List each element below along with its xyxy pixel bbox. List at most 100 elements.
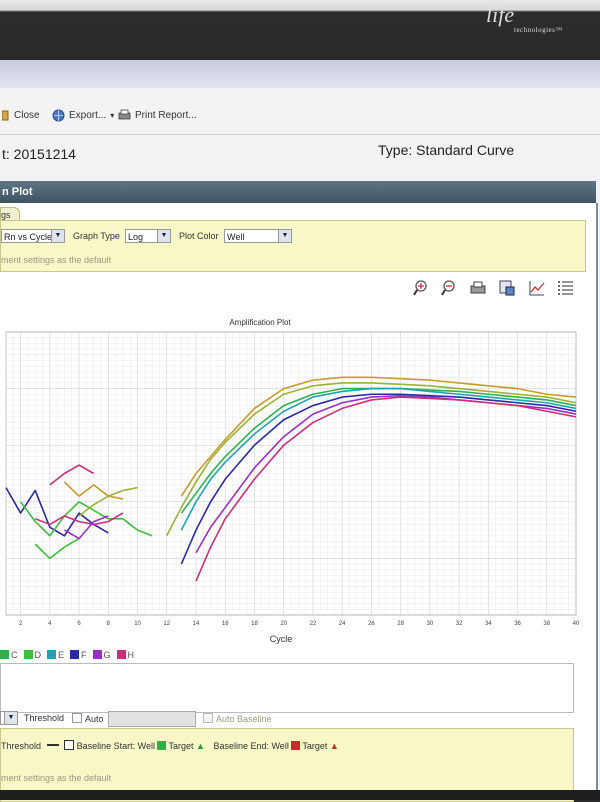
x-tick-label: 12 (163, 621, 170, 627)
legend-item-d[interactable]: D (23, 650, 42, 660)
x-tick-label: 10 (134, 621, 141, 627)
x-tick-label: 6 (77, 621, 81, 627)
x-tick-label: 16 (222, 621, 229, 627)
graph-type-value: Log (128, 232, 144, 242)
legend-swatch (47, 650, 56, 659)
target2-label: Target (302, 741, 328, 751)
plot-color-select[interactable]: Well ▼ (224, 229, 292, 243)
printer-icon (118, 109, 131, 120)
print-report-button[interactable]: Print Report... (118, 109, 197, 121)
legend-swatch (70, 650, 80, 659)
plot-type-select[interactable]: Rn vs Cycle ▼ (1, 229, 65, 243)
x-tick-label: 38 (543, 621, 550, 627)
legend-item-c[interactable]: C (0, 650, 18, 660)
list-icon[interactable] (557, 279, 575, 297)
baseline-end-label: Baseline End: Well (213, 741, 289, 751)
x-tick-label: 24 (339, 621, 346, 627)
save-default-text-2[interactable]: ment settings as the default (1, 773, 111, 783)
export-button[interactable]: Export... ▾ (52, 109, 114, 122)
legend-swatch (0, 650, 9, 659)
graph-type-select[interactable]: Log ▼ (125, 229, 171, 243)
baseline-end-swatch (291, 741, 301, 750)
x-tick-label: 20 (280, 621, 287, 627)
x-tick-label: 26 (368, 621, 375, 627)
x-tick-label: 14 (193, 621, 200, 627)
x-ticks: 2 4 6 8 10 12 14 16 18 20 22 24 26 28 30 32 34 36 38 40 (19, 621, 580, 627)
legend-box (0, 663, 574, 713)
chevron-down-icon: ▼ (51, 230, 64, 242)
zoom-in-icon[interactable] (412, 279, 430, 297)
threshold-baseline-row: Threshold Baseline Start: Well Target ▲ … (1, 740, 339, 751)
legend-item-f[interactable]: F (70, 650, 87, 660)
logo-main: life (486, 2, 515, 27)
plot-type-value: Rn vs Cycle (4, 232, 53, 242)
legend-label: G (103, 650, 111, 660)
x-tick-label: 18 (251, 621, 258, 627)
chart-title: Amplification Plot (229, 318, 291, 327)
auto-label: Auto (85, 714, 104, 724)
x-tick-label: 34 (485, 621, 492, 627)
x-tick-label: 40 (573, 621, 580, 627)
auto-threshold-checkbox[interactable]: Auto (72, 713, 104, 724)
save-default-text[interactable]: ment settings as the default (1, 255, 111, 265)
legend-label: D (34, 650, 42, 660)
legend-label: C (11, 650, 18, 660)
save-image-icon[interactable] (498, 279, 516, 297)
x-tick-label: 4 (48, 621, 52, 627)
plot-settings-panel: Rn vs Cycle ▼ Graph Type Log ▼ Plot Colo… (0, 220, 586, 272)
export-globe-icon (52, 109, 65, 122)
legend-swatch (23, 650, 33, 659)
threshold-line-icon (46, 744, 59, 746)
x-tick-label: 8 (107, 621, 111, 627)
amplification-plot[interactable]: 2 4 6 8 10 12 14 16 18 20 22 24 26 28 30 32 34 36 38 40 Cyc… (0, 327, 600, 647)
graph-type-label: Graph Type (73, 231, 120, 241)
baseline-start-label: Baseline Start: Well (76, 741, 155, 751)
legend-item-g[interactable]: G (92, 650, 111, 660)
plot-color-label: Plot Color (179, 231, 219, 241)
target-label: Target (168, 741, 194, 751)
x-tick-label: 30 (427, 621, 434, 627)
print-report-label: Print Report... (135, 109, 197, 121)
chevron-down-icon: ▼ (4, 712, 17, 724)
x-tick-label: 22 (310, 621, 317, 627)
plot-color-value: Well (227, 232, 245, 242)
threshold-target-select[interactable]: ▼ (0, 711, 18, 725)
x-axis-label: Cycle (270, 634, 293, 644)
print-icon[interactable] (469, 279, 487, 297)
x-tick-label: 32 (456, 621, 463, 627)
legend-item-e[interactable]: E (47, 650, 64, 660)
window-title-strip (0, 60, 600, 88)
export-dropdown-icon[interactable]: ▾ (110, 111, 114, 120)
baseline-checkbox[interactable] (64, 740, 75, 750)
amplification-plot-header: n Plot (0, 181, 596, 203)
legend-swatch (116, 650, 126, 659)
close-label: Close (14, 109, 40, 121)
logo-sub: technologies™ (514, 26, 563, 34)
x-tick-label: 28 (397, 621, 404, 627)
export-label: Export... (69, 110, 107, 121)
threshold-controls: ▼ Threshold Auto Auto Baseline (0, 710, 596, 728)
close-button[interactable]: Close (2, 109, 40, 121)
legend-label: F (81, 650, 87, 660)
main-toolbar: Close Export... ▾ Print Report... (0, 100, 600, 135)
experiment-type: Type: Standard Curve (378, 142, 515, 158)
chevron-down-icon: ▼ (278, 230, 291, 242)
x-tick-label: 36 (514, 621, 521, 627)
chevron-down-icon: ▼ (157, 230, 170, 242)
threshold-value-input[interactable] (108, 711, 196, 727)
legend-item-h[interactable]: H (116, 650, 135, 660)
threshold-label: Threshold (24, 713, 65, 723)
baseline-start-swatch (157, 741, 167, 750)
end-marker-icon: ▲ (329, 741, 339, 751)
legend-label: H (127, 650, 135, 660)
experiment-name: t: 20151214 (2, 146, 76, 162)
zoom-out-icon[interactable] (440, 279, 458, 297)
threshold-row-label: Threshold (1, 741, 42, 751)
line-chart-icon[interactable] (528, 279, 546, 297)
auto-baseline-label: Auto Baseline (216, 714, 272, 724)
life-technologies-logo: life technologies™ (486, 2, 596, 34)
auto-baseline-checkbox[interactable]: Auto Baseline (203, 713, 272, 724)
monitor-bottom-bezel (0, 790, 600, 800)
legend-swatch (92, 650, 102, 659)
start-marker-icon: ▲ (196, 741, 205, 751)
